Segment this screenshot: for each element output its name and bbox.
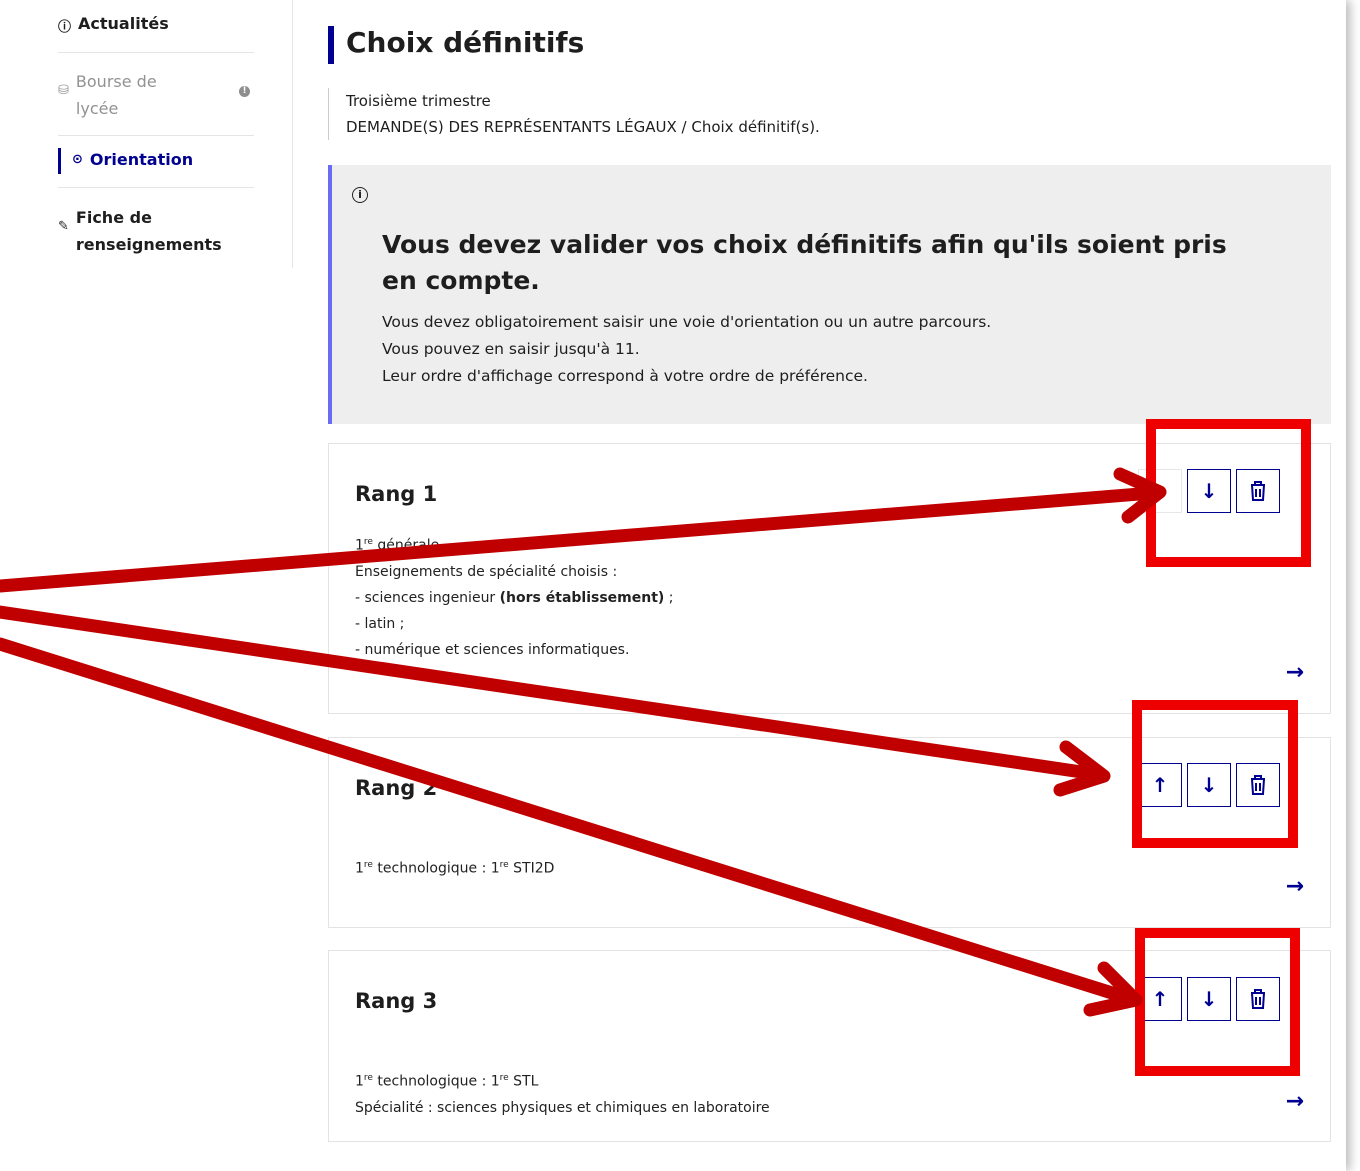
annotation-arrow-1 bbox=[0, 486, 1159, 593]
page-frame: ⓘ Actualités ⛁ Bourse de lycée ! ⊙ Orien… bbox=[0, 0, 1346, 1171]
annotation-arrows bbox=[0, 467, 1167, 1017]
